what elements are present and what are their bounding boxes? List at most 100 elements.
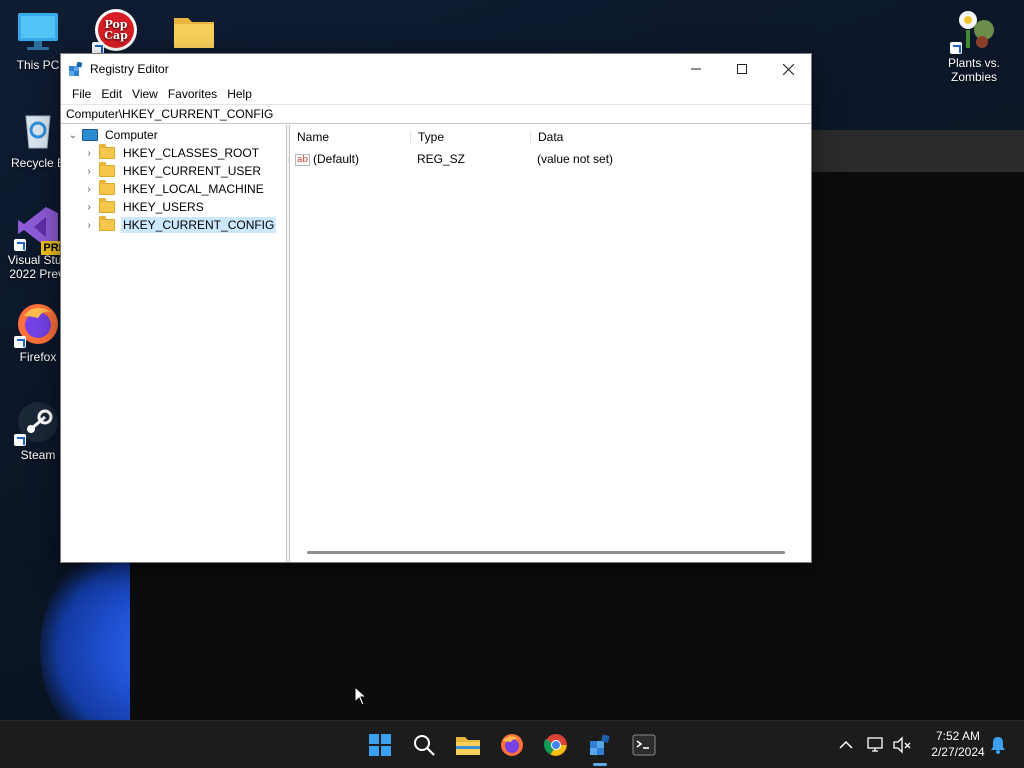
shortcut-arrow-icon bbox=[14, 336, 26, 348]
menu-bar: File Edit View Favorites Help bbox=[61, 84, 811, 104]
firefox-icon bbox=[501, 734, 523, 756]
taskbar-terminal[interactable] bbox=[630, 731, 658, 759]
tree-node-label: HKEY_CLASSES_ROOT bbox=[123, 146, 260, 160]
search-icon bbox=[414, 735, 435, 756]
maximize-icon bbox=[737, 64, 747, 74]
chevron-up-icon bbox=[839, 740, 853, 749]
start-button[interactable] bbox=[366, 731, 394, 759]
minimize-icon bbox=[691, 68, 701, 70]
chevron-right-icon[interactable]: › bbox=[83, 202, 95, 213]
key-tree-pane[interactable]: ⌄ Computer › HKEY_CLASSES_ROOT › HKEY_CU… bbox=[61, 125, 287, 562]
tree-node-hkey-local-machine[interactable]: › HKEY_LOCAL_MACHINE bbox=[61, 180, 286, 198]
value-name-cell: ab (Default) bbox=[290, 152, 410, 166]
volume-muted-icon bbox=[893, 736, 911, 754]
show-hidden-icons-button[interactable] bbox=[832, 731, 860, 759]
column-header-type[interactable]: Type bbox=[410, 130, 530, 144]
taskbar: 7:52 AM 2/27/2024 bbox=[0, 720, 1024, 768]
folder-icon bbox=[99, 216, 115, 231]
tree-node-label: Computer bbox=[105, 128, 158, 142]
tree-node-label: HKEY_CURRENT_CONFIG bbox=[121, 217, 277, 233]
shortcut-arrow-icon bbox=[950, 42, 962, 54]
value-data: (value not set) bbox=[537, 152, 614, 166]
firefox-icon bbox=[14, 302, 60, 348]
taskbar-chrome[interactable] bbox=[542, 731, 570, 759]
chrome-icon bbox=[544, 734, 567, 756]
close-icon bbox=[782, 63, 794, 75]
computer-icon bbox=[82, 129, 98, 141]
recycle-bin-icon bbox=[16, 108, 60, 152]
column-header-name[interactable]: Name bbox=[290, 130, 410, 144]
volume-button[interactable] bbox=[888, 731, 916, 759]
menu-view[interactable]: View bbox=[127, 87, 163, 101]
tree-node-hkey-users[interactable]: › HKEY_USERS bbox=[61, 198, 286, 216]
tree-node-label: HKEY_USERS bbox=[123, 200, 204, 214]
terminal-icon bbox=[632, 734, 656, 756]
tree-node-hkey-classes-root[interactable]: › HKEY_CLASSES_ROOT bbox=[61, 144, 286, 162]
pvz-icon bbox=[950, 8, 996, 54]
window-titlebar[interactable]: Registry Editor bbox=[61, 54, 811, 84]
desktop-icon-popcap[interactable]: Pop Cap bbox=[80, 8, 152, 56]
string-value-icon: ab bbox=[295, 153, 310, 166]
folder-icon bbox=[99, 144, 115, 159]
menu-file[interactable]: File bbox=[67, 87, 96, 101]
chevron-right-icon[interactable]: › bbox=[83, 220, 95, 231]
column-header-data[interactable]: Data bbox=[530, 130, 811, 144]
value-name: (Default) bbox=[313, 152, 360, 166]
taskbar-firefox[interactable] bbox=[498, 731, 526, 759]
folder-icon bbox=[172, 10, 216, 54]
taskbar-file-explorer[interactable] bbox=[454, 731, 482, 759]
popcap-icon: Pop Cap bbox=[92, 8, 138, 54]
close-button[interactable] bbox=[765, 54, 811, 84]
search-button[interactable] bbox=[410, 731, 438, 759]
tree-node-label: HKEY_LOCAL_MACHINE bbox=[123, 182, 264, 196]
menu-edit[interactable]: Edit bbox=[96, 87, 127, 101]
registry-editor-icon bbox=[590, 734, 610, 755]
maximize-button[interactable] bbox=[719, 54, 765, 84]
address-path: Computer\HKEY_CURRENT_CONFIG bbox=[66, 107, 274, 121]
notifications-button[interactable] bbox=[984, 731, 1012, 759]
desktop-icon-label: Firefox bbox=[19, 350, 57, 364]
value-row[interactable]: ab (Default) REG_SZ (value not set) bbox=[290, 149, 811, 169]
shortcut-arrow-icon bbox=[14, 434, 26, 446]
minimize-button[interactable] bbox=[673, 54, 719, 84]
bell-icon bbox=[991, 737, 1005, 754]
desktop-icon-label: Steam bbox=[20, 448, 56, 462]
folder-icon bbox=[99, 198, 115, 213]
file-explorer-icon bbox=[456, 737, 480, 755]
taskbar-registry-editor[interactable] bbox=[586, 731, 614, 766]
chevron-right-icon[interactable]: › bbox=[83, 184, 95, 195]
desktop-icon-plants-vs-zombies[interactable]: Plants vs. Zombies bbox=[938, 8, 1010, 84]
value-type: REG_SZ bbox=[417, 152, 466, 166]
content-panes: ⌄ Computer › HKEY_CLASSES_ROOT › HKEY_CU… bbox=[61, 125, 811, 562]
menu-favorites[interactable]: Favorites bbox=[163, 87, 222, 101]
monitor-icon bbox=[16, 10, 60, 54]
tree-node-hkey-current-config[interactable]: › HKEY_CURRENT_CONFIG bbox=[61, 216, 286, 234]
mouse-cursor-icon bbox=[354, 686, 368, 706]
tree-node-hkey-current-user[interactable]: › HKEY_CURRENT_USER bbox=[61, 162, 286, 180]
shortcut-arrow-icon bbox=[14, 239, 26, 251]
window-title: Registry Editor bbox=[90, 62, 169, 76]
values-list-pane[interactable]: Name Type Data ab (Default) REG_SZ (value… bbox=[290, 125, 811, 562]
desktop-icon-label: This PC bbox=[16, 58, 60, 72]
folder-icon bbox=[99, 162, 115, 177]
chevron-down-icon[interactable]: ⌄ bbox=[67, 130, 79, 141]
network-icon bbox=[867, 737, 883, 752]
desktop-icon-label: Recycle B bbox=[10, 156, 66, 170]
start-icon bbox=[369, 734, 391, 756]
horizontal-scrollbar[interactable] bbox=[307, 551, 785, 554]
desktop-icon-label: Plants vs. Zombies bbox=[947, 56, 1001, 84]
desktop-icon-folder[interactable] bbox=[158, 10, 230, 58]
steam-icon bbox=[14, 400, 60, 446]
chevron-right-icon[interactable]: › bbox=[83, 166, 95, 177]
registry-editor-window[interactable]: Registry Editor File Edit View Favorites… bbox=[60, 53, 812, 563]
tree-node-computer[interactable]: ⌄ Computer bbox=[61, 126, 286, 144]
visual-studio-icon: PRE bbox=[14, 205, 68, 255]
list-header: Name Type Data bbox=[290, 125, 811, 149]
folder-icon bbox=[99, 180, 115, 195]
tree-node-label: HKEY_CURRENT_USER bbox=[123, 164, 262, 178]
address-bar[interactable]: Computer\HKEY_CURRENT_CONFIG bbox=[61, 104, 811, 124]
svg-text:Cap: Cap bbox=[104, 29, 128, 42]
menu-help[interactable]: Help bbox=[222, 87, 257, 101]
chevron-right-icon[interactable]: › bbox=[83, 148, 95, 159]
network-button[interactable] bbox=[862, 731, 890, 759]
